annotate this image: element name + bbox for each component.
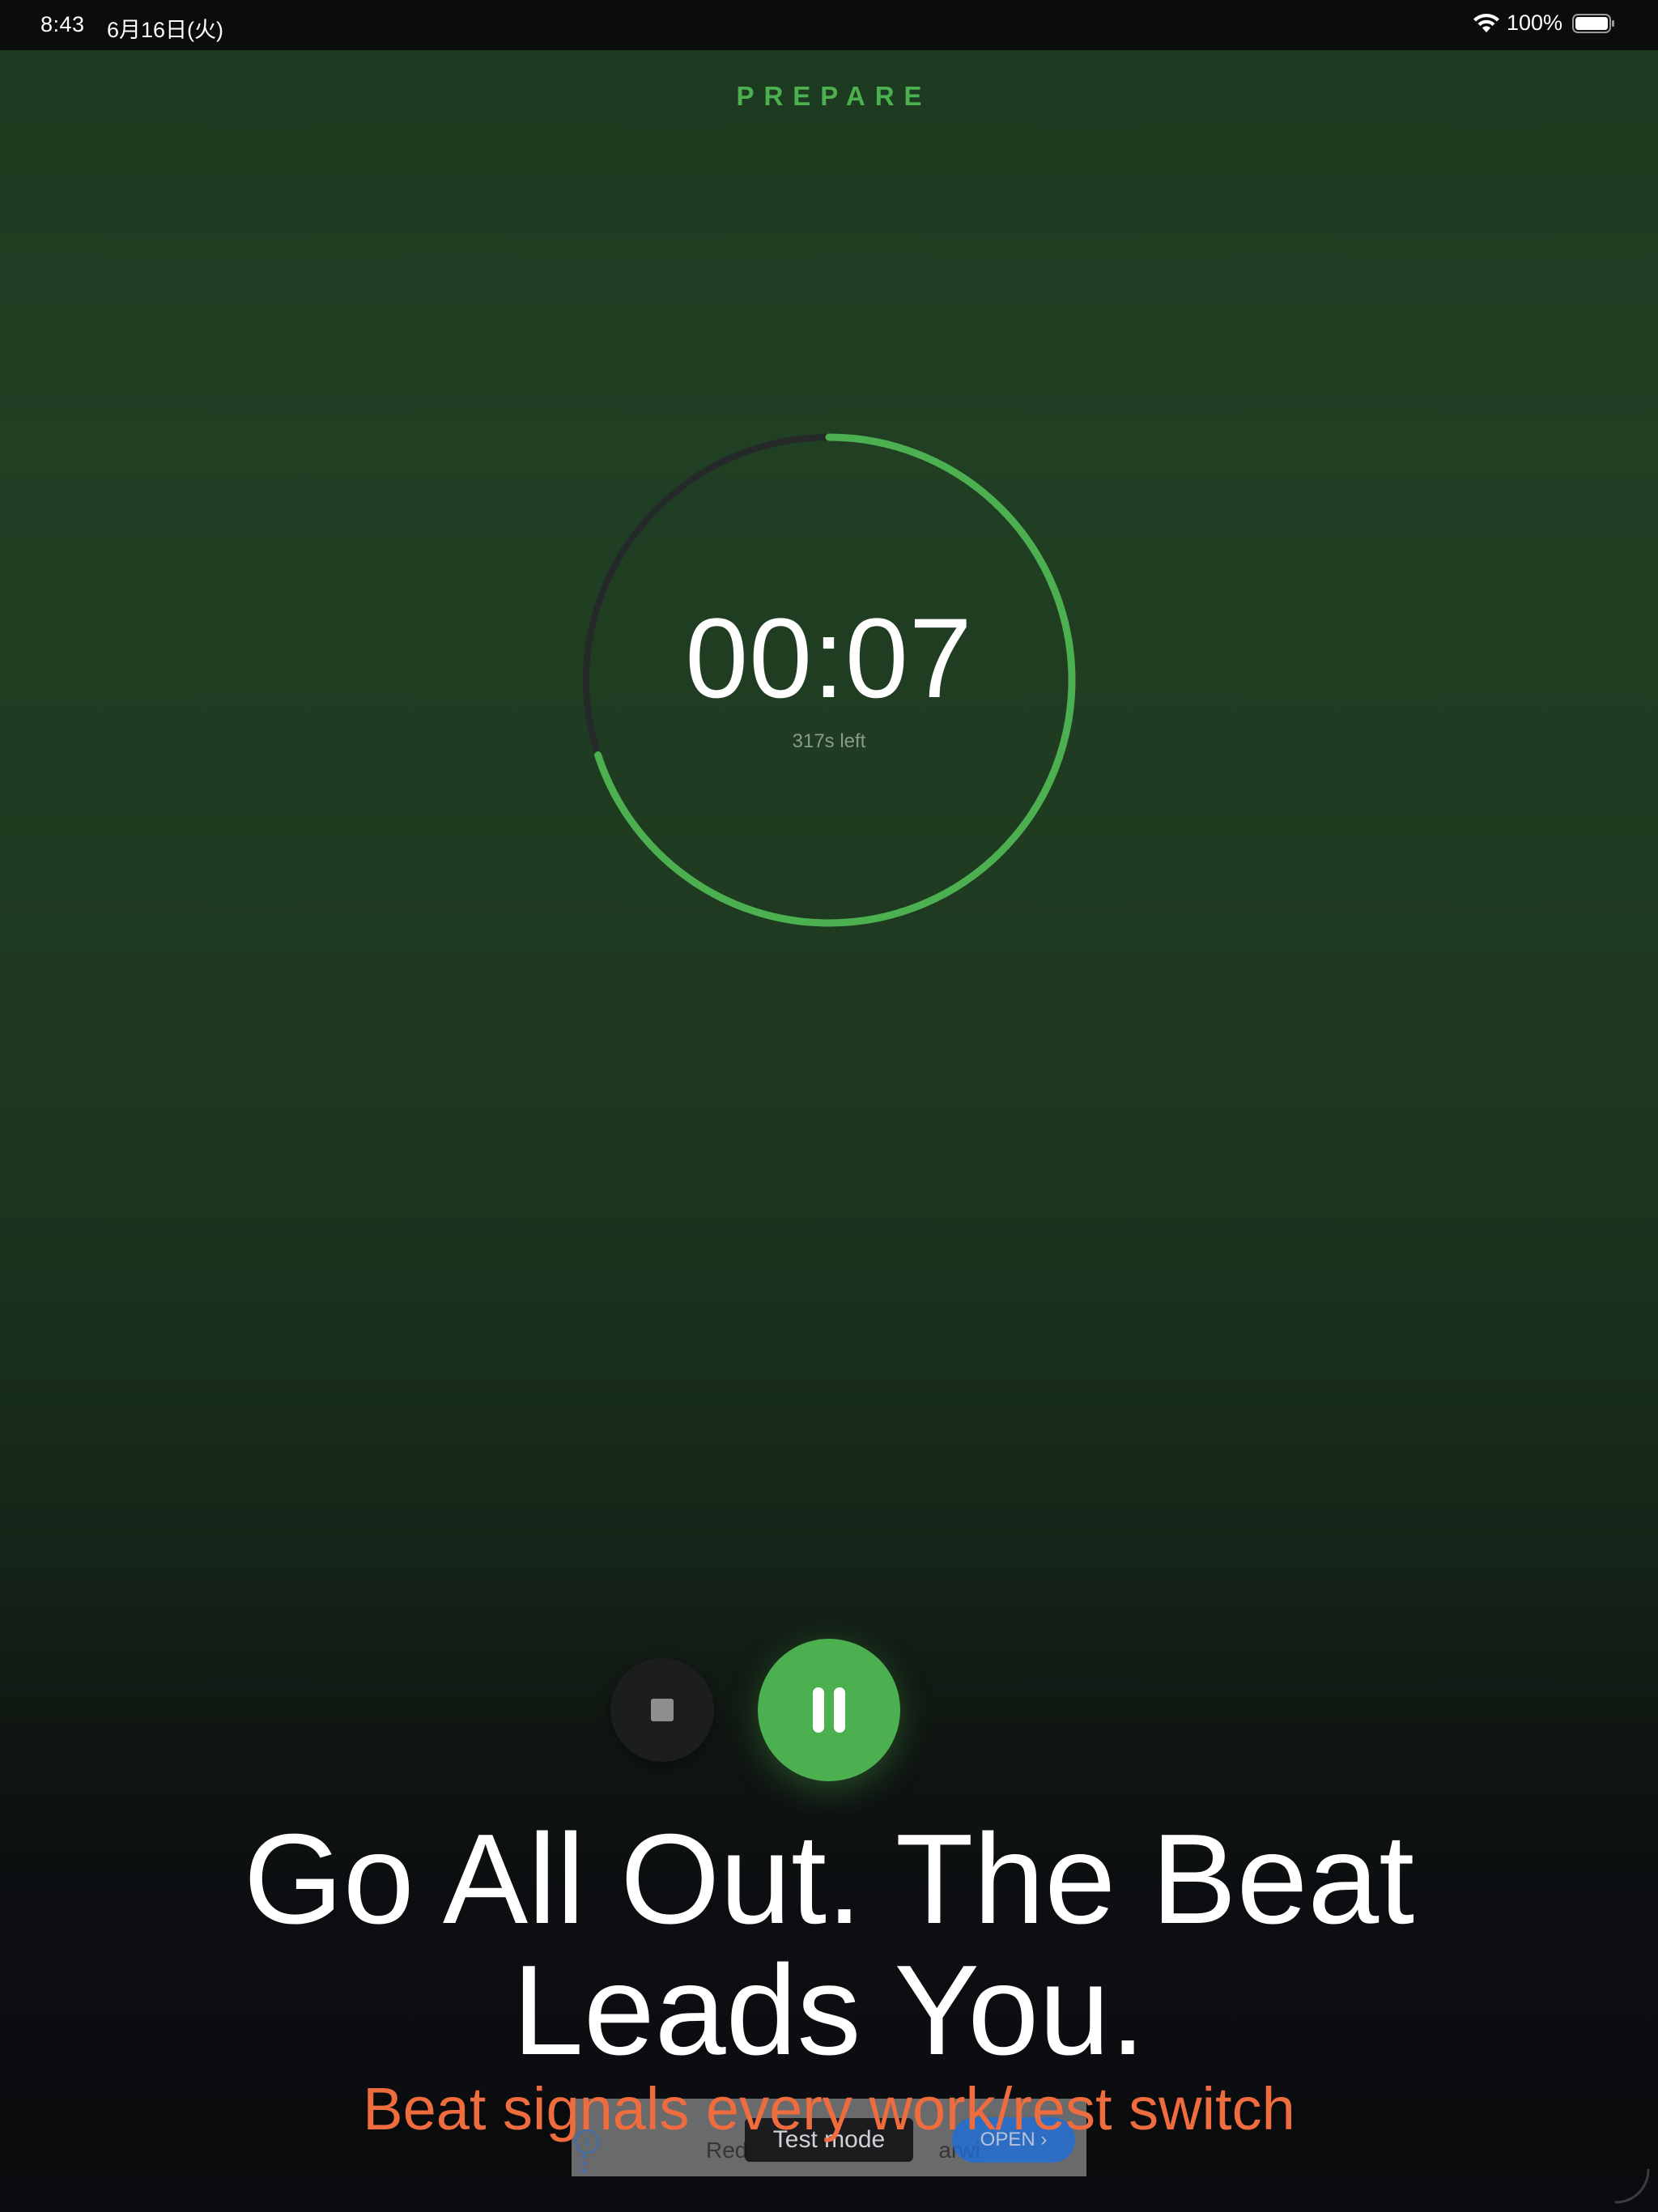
phase-label: PREPARE <box>736 81 932 111</box>
more-vertical-icon[interactable] <box>581 2154 586 2173</box>
motivation-subline: Beat signals every work/rest switch <box>363 2075 1295 2142</box>
stop-button[interactable] <box>610 1658 714 1762</box>
battery-percent: 100% <box>1506 11 1562 35</box>
remaining-time-label: 317s left <box>792 730 866 752</box>
status-date: 6月16日(火) <box>107 18 224 42</box>
pause-button[interactable] <box>758 1639 900 1781</box>
pause-icon <box>811 1687 847 1733</box>
pause-bar-left <box>813 1687 824 1733</box>
stop-icon <box>651 1699 674 1721</box>
timer-ring: 00:07 317s left <box>580 431 1078 929</box>
workout-timer-screen: 8:43 6月16日(火) 100% PREPARE 00:07 317s le… <box>0 0 1658 2212</box>
wifi-icon <box>1473 13 1499 32</box>
corner-arc-icon <box>1614 2168 1650 2204</box>
motivation-headline: Go All Out. The Beat Leads You. <box>243 1808 1415 2082</box>
status-indicators: 100% <box>1473 11 1616 36</box>
pause-bar-right <box>834 1687 845 1733</box>
status-bar: 8:43 6月16日(火) 100% <box>0 0 1658 50</box>
status-time: 8:43 <box>40 12 85 36</box>
battery-full-icon <box>1572 13 1614 33</box>
timer-display: 00:07 <box>685 594 973 721</box>
